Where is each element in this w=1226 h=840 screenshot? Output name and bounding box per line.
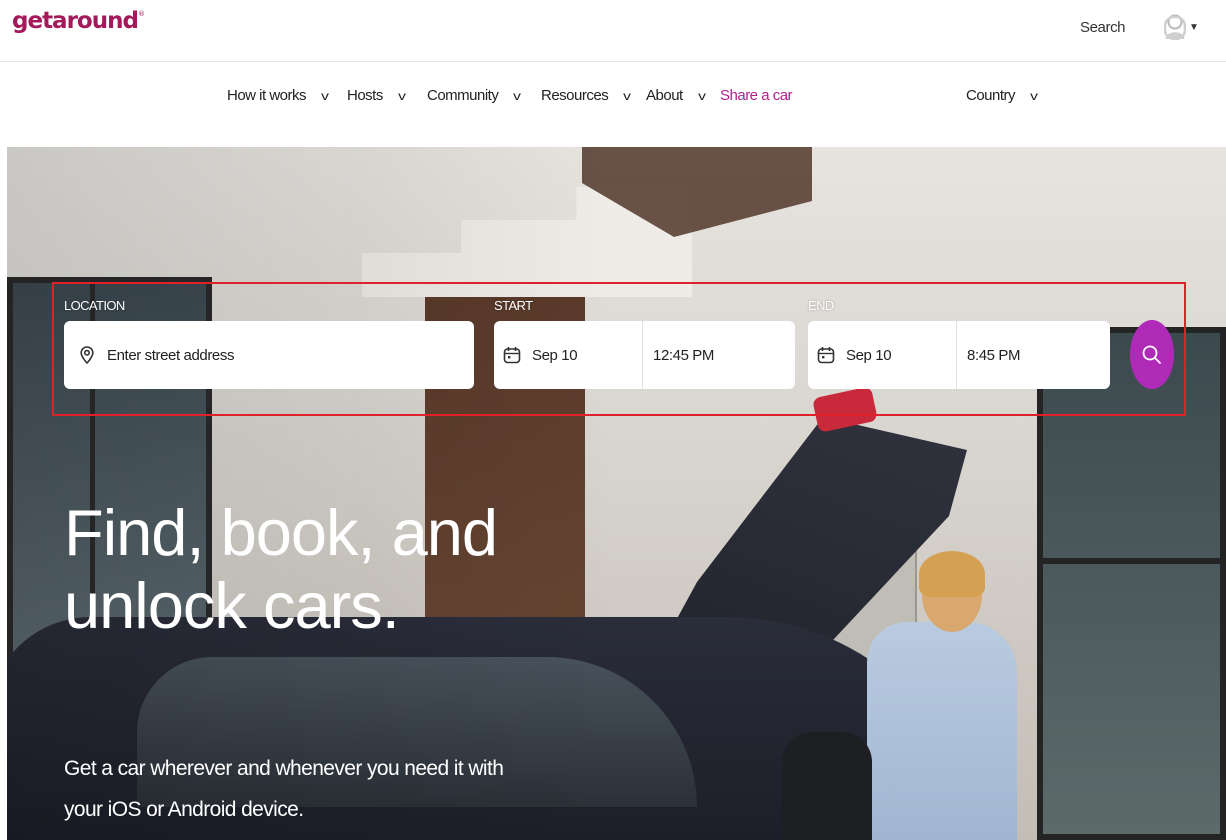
search-button[interactable] [1130, 320, 1174, 389]
nav-community[interactable]: Community v [427, 87, 522, 104]
nav-country[interactable]: Country v [966, 87, 1038, 104]
end-label: END [808, 298, 834, 313]
location-pin-icon [80, 346, 94, 365]
nav-hosts[interactable]: Hosts v [347, 87, 406, 104]
chevron-down-icon: v [1030, 88, 1038, 103]
top-header: getaround® Search ▼ [0, 0, 1226, 62]
end-datetime: Sep 10 8:45 PM [808, 321, 1110, 389]
chevron-down-icon: v [321, 88, 329, 103]
start-date-value: Sep 10 [532, 346, 578, 364]
end-date-picker[interactable]: Sep 10 [808, 321, 957, 389]
start-time-picker[interactable]: 12:45 PM [643, 321, 714, 389]
chevron-down-icon: v [513, 88, 522, 103]
nav-share-a-car[interactable]: Share a car [720, 87, 793, 104]
header-search-link[interactable]: Search [1080, 19, 1126, 36]
start-datetime: Sep 10 12:45 PM [494, 321, 795, 389]
getaround-logo[interactable]: getaround® [12, 8, 145, 34]
nav-label: Share a car [720, 87, 793, 104]
user-avatar-icon [1164, 14, 1186, 40]
chevron-down-icon: v [697, 88, 706, 103]
hero-headline: Find, book, and unlock cars. [64, 496, 498, 642]
page: getaround® Search ▼ How it works v Hosts… [0, 0, 1226, 840]
location-placeholder: Enter street address [107, 346, 235, 364]
main-nav: How it works v Hosts v Community v Resou… [0, 62, 1226, 132]
end-time-value: 8:45 PM [967, 346, 1021, 364]
search-icon [1142, 345, 1161, 364]
start-date-picker[interactable]: Sep 10 [494, 321, 643, 389]
hero-subline: Get a car wherever and whenever you need… [64, 757, 504, 821]
nav-label: Country [966, 87, 1016, 104]
chevron-down-icon: v [398, 88, 406, 103]
nav-label: Hosts [347, 87, 383, 104]
location-input[interactable]: Enter street address [64, 321, 474, 389]
calendar-icon [503, 347, 521, 364]
start-label: START [494, 298, 533, 313]
nav-label: About [646, 87, 683, 104]
nav-how-it-works[interactable]: How it works v [227, 87, 329, 104]
hero-image [7, 147, 1226, 840]
nav-label: Community [427, 87, 499, 104]
end-date-value: Sep 10 [846, 346, 892, 364]
location-label: LOCATION [64, 298, 125, 313]
account-menu[interactable]: ▼ [1164, 14, 1199, 40]
chevron-down-icon: v [623, 88, 631, 103]
nav-label: How it works [227, 87, 307, 104]
calendar-icon [817, 347, 835, 364]
caret-down-icon: ▼ [1189, 21, 1199, 33]
hero-shade [7, 147, 1226, 840]
nav-about[interactable]: About v [646, 87, 706, 104]
end-time-picker[interactable]: 8:45 PM [957, 321, 1020, 389]
nav-label: Resources [541, 87, 609, 104]
nav-resources[interactable]: Resources v [541, 87, 631, 104]
start-time-value: 12:45 PM [653, 346, 715, 364]
